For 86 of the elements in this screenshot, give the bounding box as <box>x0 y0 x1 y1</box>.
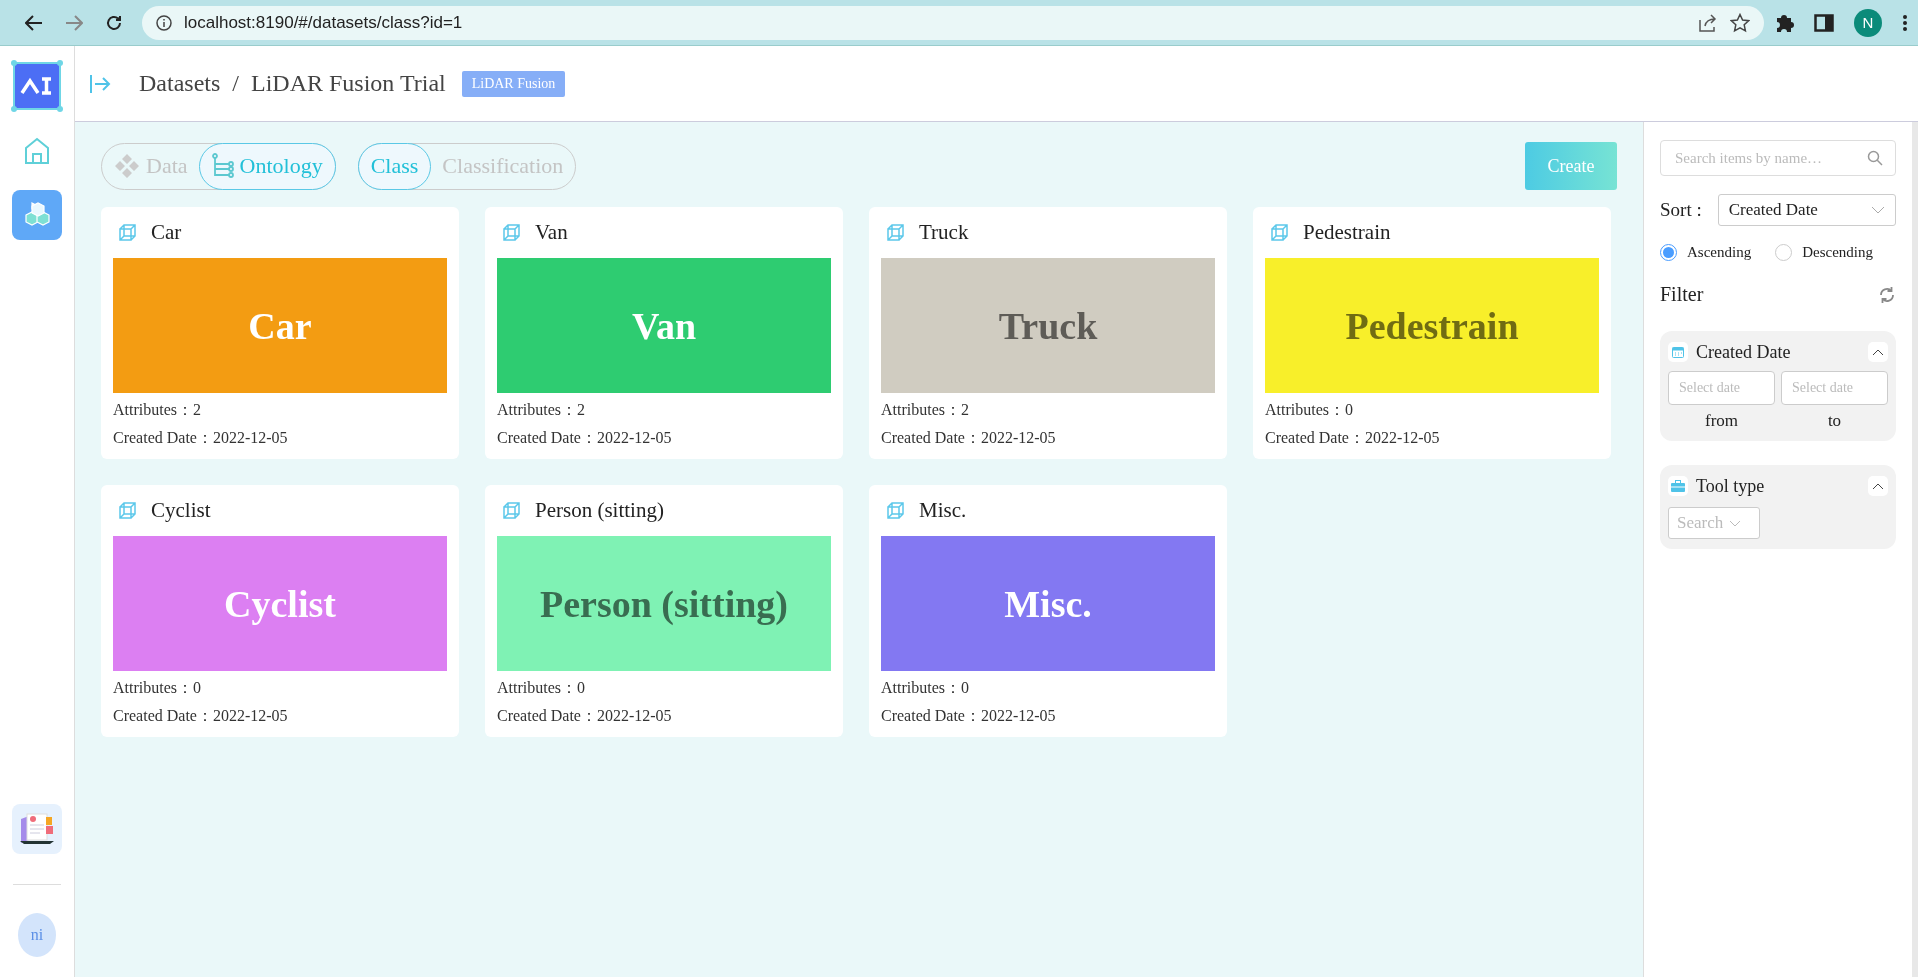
star-icon[interactable] <box>1730 12 1750 33</box>
class-card[interactable]: Person (sitting) Person (sitting) Attributes：0 Created Date：2022-12-05 <box>485 485 843 737</box>
radio-label: Ascending <box>1687 244 1752 261</box>
class-name: Truck <box>919 220 969 245</box>
cube-icon <box>117 222 137 243</box>
created-date: Created Date：2022-12-05 <box>497 428 673 448</box>
info-icon[interactable] <box>156 14 172 31</box>
profile-avatar[interactable]: N <box>1854 8 1882 37</box>
breadcrumb-item: LiDAR Fusion Trial <box>251 70 446 97</box>
search-input[interactable]: Search items by name… <box>1673 148 1867 168</box>
section-title: Tool type <box>1696 475 1765 497</box>
menu-icon[interactable] <box>1902 13 1908 32</box>
cube-icon <box>117 500 137 521</box>
class-preview: Misc. <box>881 536 1215 671</box>
chevron-up-icon <box>1872 348 1884 356</box>
cube-icon <box>1269 222 1289 243</box>
breadcrumb-item: / <box>232 70 239 97</box>
dataset-type-badge: LiDAR Fusion <box>461 70 566 97</box>
attributes-count: Attributes：2 <box>881 400 970 420</box>
class-name: Cyclist <box>151 498 211 523</box>
back-icon[interactable] <box>25 14 43 31</box>
filter-title: Filter <box>1660 283 1704 306</box>
cube-icon <box>885 222 905 243</box>
class-name: Misc. <box>919 498 967 523</box>
class-preview: Truck <box>881 258 1215 393</box>
address-bar[interactable]: localhost:8190/#/datasets/class?id=1 <box>142 5 1764 40</box>
class-card[interactable]: Misc. Misc. Attributes：0 Created Date：2022-12-05 <box>869 485 1227 737</box>
created-date: Created Date：2022-12-05 <box>881 706 1057 726</box>
class-card[interactable]: Cyclist Cyclist Attributes：0 Created Date：2022-12-05 <box>101 485 459 737</box>
refresh-icon[interactable] <box>1878 285 1896 304</box>
class-name: Person (sitting) <box>535 498 664 523</box>
class-name: Car <box>151 220 182 245</box>
home-icon <box>24 137 50 165</box>
toolbox-icon <box>1671 480 1685 492</box>
date-field[interactable]: Select date <box>1781 371 1888 405</box>
class-card[interactable]: Van Van Attributes：2 Created Date：2022-12-05 <box>485 207 843 459</box>
collapse-button[interactable] <box>1868 342 1888 362</box>
search-icon <box>1867 150 1883 166</box>
attributes-count: Attributes：0 <box>1265 400 1354 420</box>
share-icon[interactable] <box>1698 13 1718 32</box>
class-name: Pedestrain <box>1303 220 1391 245</box>
class-preview: Car <box>113 258 447 393</box>
chevron-down-icon <box>1729 519 1742 527</box>
class-card[interactable]: Truck Truck Attributes：2 Created Date：2022-12-05 <box>869 207 1227 459</box>
attributes-count: Attributes：0 <box>881 678 970 698</box>
class-preview: Person (sitting) <box>497 536 831 671</box>
section-title: Created Date <box>1696 341 1791 363</box>
collapse-button[interactable] <box>1868 476 1888 496</box>
puzzle-icon[interactable] <box>1774 12 1794 33</box>
class-card[interactable]: Car Car Attributes：2 Created Date：2022-12-05 <box>101 207 459 459</box>
app-icon-button[interactable] <box>12 804 62 854</box>
created-date: Created Date：2022-12-05 <box>881 428 1057 448</box>
cube-icon <box>501 500 521 521</box>
chevron-down-icon <box>1871 206 1885 214</box>
attributes-count: Attributes：0 <box>497 678 586 698</box>
created-date: Created Date：2022-12-05 <box>497 706 673 726</box>
class-preview: Pedestrain <box>1265 258 1599 393</box>
calendar-icon <box>1672 346 1684 358</box>
date-label: from <box>1704 411 1738 431</box>
date-field[interactable]: Select date <box>1668 371 1775 405</box>
logo-icon[interactable] <box>11 60 63 112</box>
search-field[interactable]: Search items by name… <box>1660 140 1896 176</box>
attributes-count: Attributes：2 <box>497 400 586 420</box>
radio-label: Descending <box>1802 244 1873 261</box>
chevron-up-icon <box>1872 482 1884 490</box>
reload-icon[interactable] <box>105 13 123 32</box>
date-label: to <box>1827 411 1842 431</box>
attributes-count: Attributes：2 <box>113 400 202 420</box>
breadcrumb-item: Datasets <box>139 70 221 97</box>
created-date: Created Date：2022-12-05 <box>113 706 289 726</box>
tree-icon <box>211 153 234 179</box>
sort-select[interactable]: Created Date <box>1717 194 1896 226</box>
cube-icon <box>885 500 905 521</box>
class-name: Van <box>535 220 568 245</box>
url-text: localhost:8190/#/datasets/class?id=1 <box>184 12 463 32</box>
created-date: Created Date：2022-12-05 <box>113 428 289 448</box>
class-preview: Van <box>497 258 831 393</box>
cube-icon <box>501 222 521 243</box>
class-preview: Cyclist <box>113 536 447 671</box>
created-date: Created Date：2022-12-05 <box>1265 428 1441 448</box>
forward-icon[interactable] <box>65 14 83 31</box>
diamond-grid-icon <box>114 153 140 179</box>
side-panel-icon[interactable] <box>1814 13 1834 32</box>
sort-label: Sort : <box>1660 199 1702 221</box>
class-card[interactable]: Pedestrain Pedestrain Attributes：0 Created Date：2022-12-05 <box>1253 207 1611 459</box>
attributes-count: Attributes：0 <box>113 678 202 698</box>
